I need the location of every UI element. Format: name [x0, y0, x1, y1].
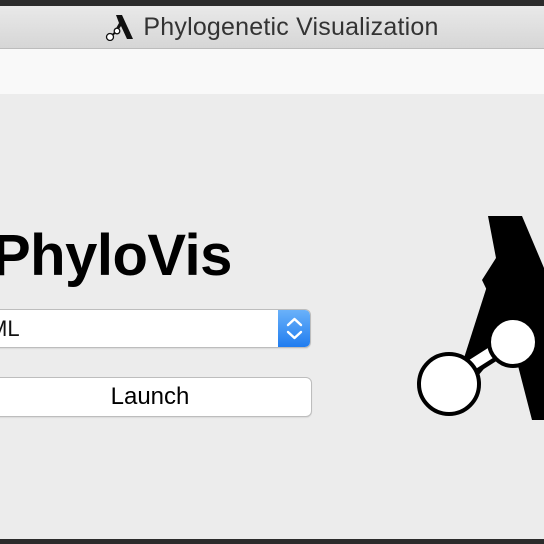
window-title-bar[interactable]: Phylogenetic Visualization — [0, 6, 544, 49]
format-select-value: ML — [0, 316, 20, 341]
app-title: PhyloVis — [0, 223, 232, 288]
up-down-chevron-icon[interactable] — [278, 310, 310, 347]
toolbar-area — [0, 49, 544, 94]
launch-button[interactable]: Launch — [0, 377, 312, 417]
launch-button-label: Launch — [110, 383, 190, 410]
phylovis-lambda-logo — [417, 216, 544, 420]
window-bottom-edge — [0, 539, 544, 544]
window-title: Phylogenetic Visualization — [143, 12, 439, 41]
phylovis-lambda-logo-icon — [106, 15, 134, 41]
format-select[interactable]: ML — [0, 309, 311, 348]
